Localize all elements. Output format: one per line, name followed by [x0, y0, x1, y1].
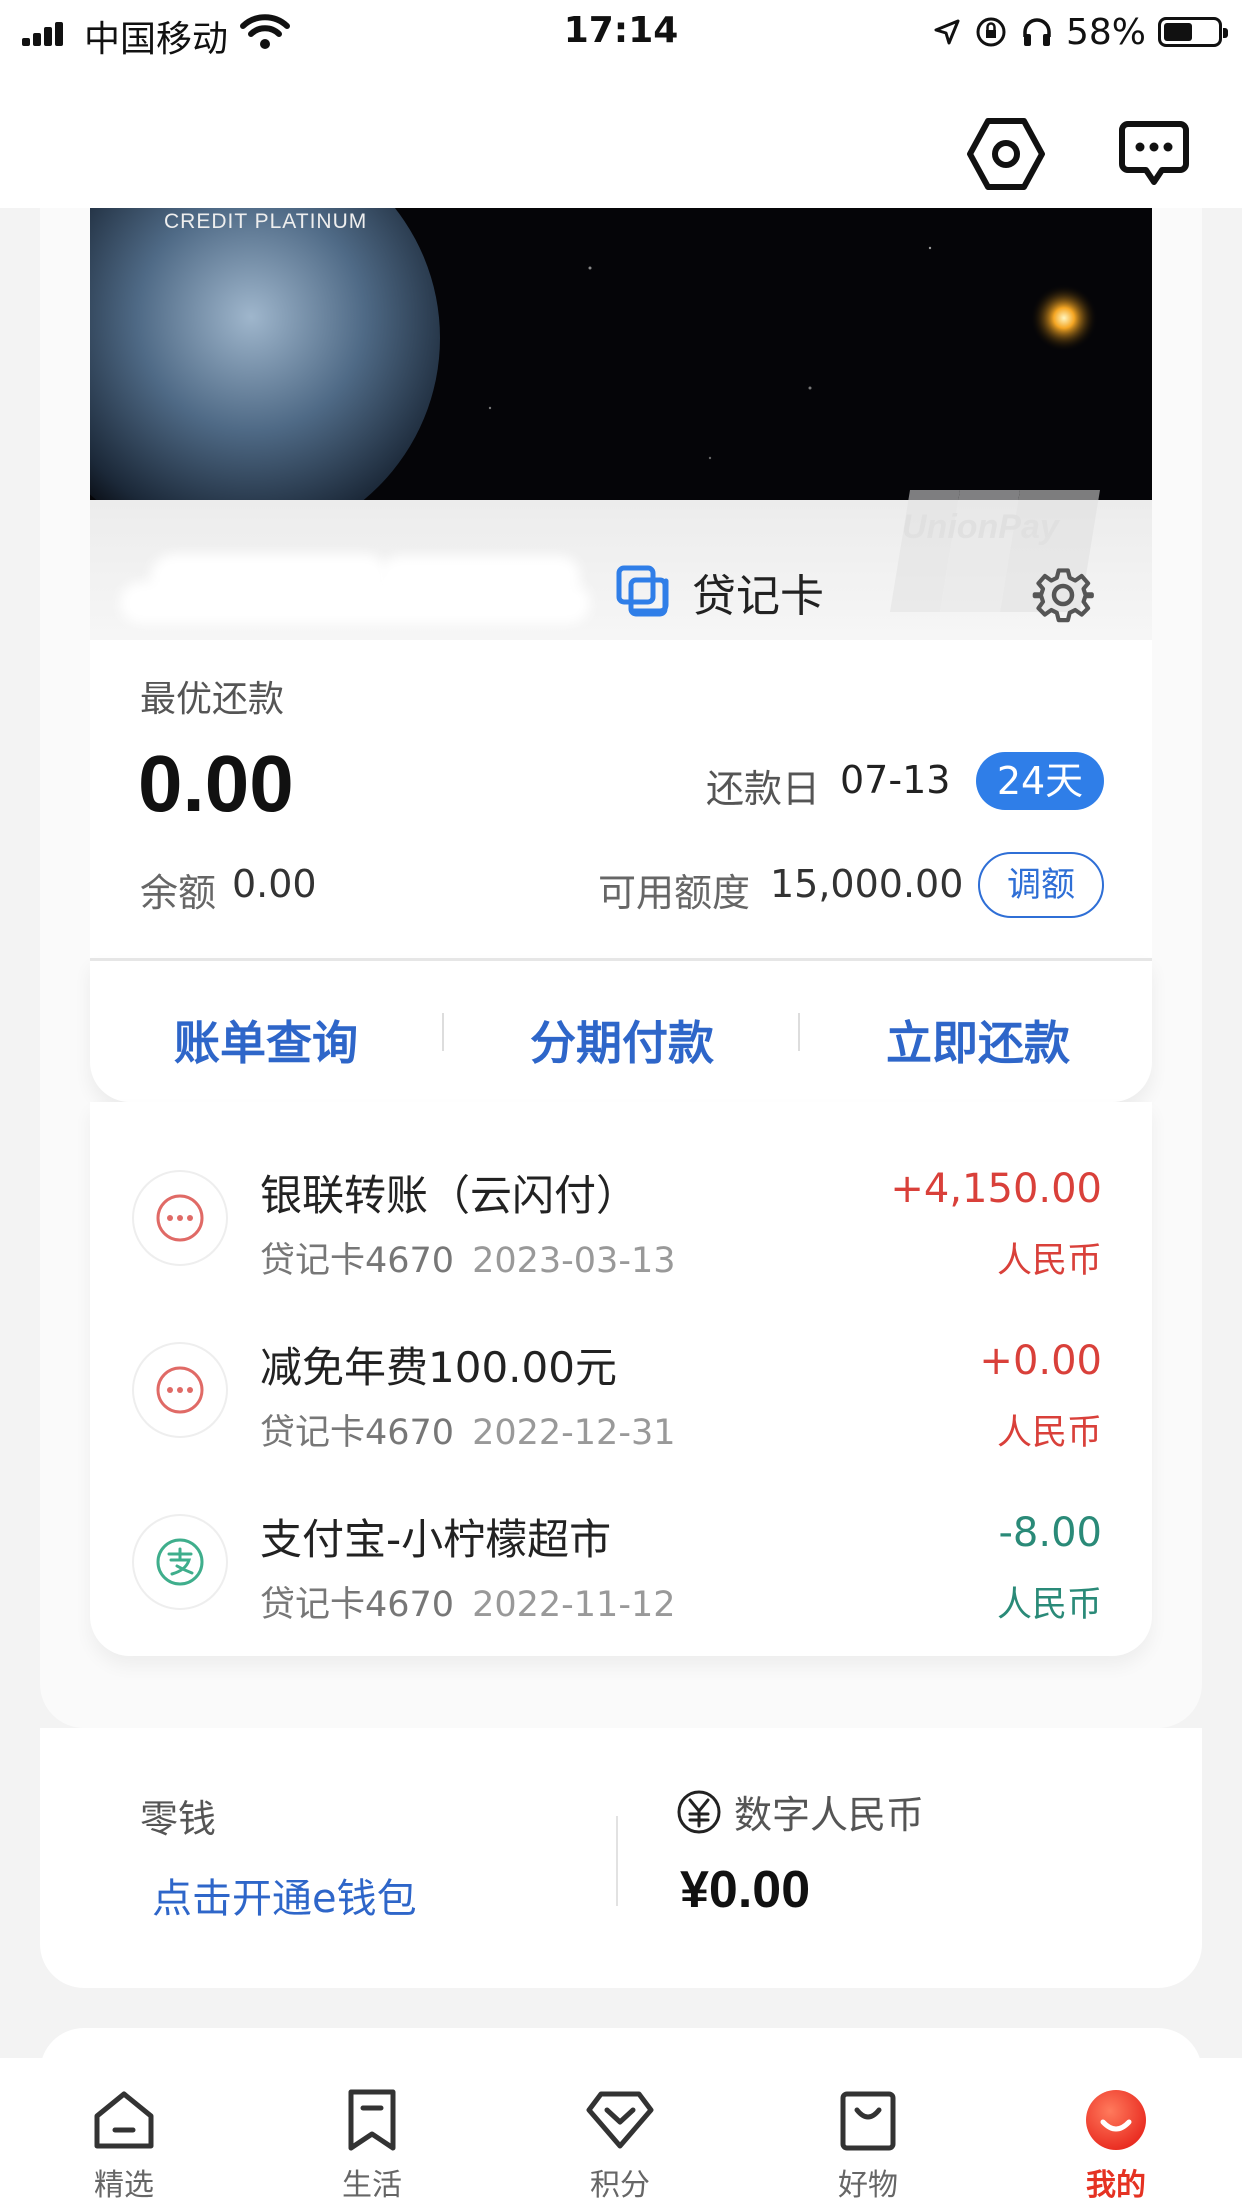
tab-label: 生活	[342, 2168, 402, 2203]
tab-featured[interactable]: 精选	[54, 2088, 194, 2204]
transaction-card: 贷记卡4670	[260, 1585, 455, 1625]
scan-hexagon-icon[interactable]	[964, 112, 1048, 196]
headphones-icon	[1023, 18, 1051, 46]
digital-rmb-icon	[677, 1790, 721, 1833]
space-planet-artwork	[90, 208, 1152, 508]
digital-rmb-label: 数字人民币	[734, 1793, 925, 1837]
tab-label: 精选	[94, 2168, 154, 2203]
transaction-meta: 贷记卡4670 2022-11-12	[260, 1576, 675, 1627]
balance-value: 0.00	[232, 862, 317, 906]
open-e-wallet-link[interactable]: 点击开通e钱包	[152, 1866, 417, 1924]
due-date-label: 还款日	[706, 767, 821, 811]
card-actions: 账单查询 分期付款 立即还款	[90, 958, 1152, 1102]
card-type: 贷记卡	[616, 560, 824, 624]
transaction-row[interactable]: 银联转账（云闪付） 贷记卡4670 2023-03-13 +4,150.00 人民…	[90, 1102, 1152, 1281]
transaction-date: 2022-11-12	[472, 1585, 676, 1625]
credit-card-image[interactable]: CREDIT PLATINUM	[90, 208, 1152, 508]
wallet-divider	[616, 1816, 618, 1906]
tab-life[interactable]: 生活	[302, 2088, 442, 2204]
bill-inquiry-button[interactable]: 账单查询	[174, 1007, 358, 1073]
battery-percentage: 58%	[1065, 11, 1146, 53]
tab-label: 好物	[838, 2168, 898, 2203]
transaction-list: 银联转账（云闪付） 贷记卡4670 2023-03-13 +4,150.00 人民…	[90, 1102, 1152, 1656]
more-dots-icon	[132, 1170, 228, 1266]
transaction-currency: 人民币	[996, 1585, 1102, 1625]
wallet-section: 零钱 点击开通e钱包 数字人民币 ¥0.00	[40, 1728, 1202, 1988]
status-bar: 中国移动 17:14 58%	[0, 0, 1242, 64]
adjust-limit-button[interactable]: 调额	[978, 852, 1104, 918]
profile-smile-icon	[1086, 2090, 1146, 2150]
battery-icon	[1158, 17, 1228, 47]
digital-rmb-header[interactable]: 数字人民币	[676, 1784, 924, 1839]
optimal-repayment-amount: 0.00	[138, 739, 294, 828]
location-arrow-icon	[934, 19, 960, 45]
message-icon[interactable]	[1112, 112, 1196, 196]
digital-rmb-balance: ¥0.00	[680, 1861, 811, 1919]
change-label: 零钱	[140, 1797, 217, 1841]
balance-label: 余额	[140, 871, 217, 915]
card-tier-label: CREDIT PLATINUM	[164, 210, 368, 233]
transaction-title: 减免年费100.00元	[260, 1343, 617, 1392]
repay-now-button[interactable]: 立即还款	[886, 1007, 1070, 1073]
bottom-tab-bar: 精选 生活 积分 好物 我的	[0, 2058, 1242, 2208]
home-icon	[94, 2091, 154, 2149]
diamond-icon	[586, 2091, 654, 2149]
tab-mine[interactable]: 我的	[1046, 2088, 1186, 2204]
action-divider	[442, 1013, 444, 1051]
more-dots-icon	[132, 1342, 228, 1438]
tab-label: 我的	[1086, 2168, 1146, 2203]
installment-button[interactable]: 分期付款	[530, 1007, 714, 1073]
repayment-summary: 最优还款 0.00 还款日 07-13 24天 余额 0.00 可用额度 15,…	[90, 640, 1152, 960]
top-nav	[0, 64, 1242, 208]
transaction-title: 银联转账（云闪付）	[260, 1171, 639, 1220]
available-credit-label: 可用额度	[598, 871, 751, 915]
days-remaining-badge: 24天	[976, 752, 1104, 810]
gear-icon	[1032, 568, 1094, 623]
optimal-repayment-label: 最优还款	[140, 679, 285, 720]
tab-points[interactable]: 积分	[550, 2088, 690, 2204]
transaction-amount: +0.00	[979, 1338, 1102, 1384]
masked-card-number	[380, 556, 580, 596]
alipay-icon	[132, 1514, 228, 1610]
copy-card-icon[interactable]	[616, 565, 670, 619]
card-type-label: 贷记卡	[692, 571, 824, 622]
rotation-lock-icon	[976, 17, 1006, 47]
tab-goods[interactable]: 好物	[798, 2088, 938, 2204]
due-date-value: 07-13	[840, 758, 951, 802]
transaction-row[interactable]: 支付宝-小柠檬超市 贷记卡4670 2022-11-12 -8.00 人民币	[90, 1446, 1152, 1625]
tab-label: 积分	[590, 2168, 650, 2203]
transaction-row[interactable]: 减免年费100.00元 贷记卡4670 2022-12-31 +0.00 人民币	[90, 1274, 1152, 1453]
action-divider	[798, 1013, 800, 1051]
shopping-bag-icon	[840, 2091, 896, 2151]
transaction-title: 支付宝-小柠檬超市	[260, 1515, 612, 1564]
transaction-amount: +4,150.00	[890, 1166, 1102, 1212]
transaction-amount: -8.00	[998, 1510, 1103, 1556]
available-credit-value: 15,000.00	[770, 862, 964, 906]
bookmark-icon	[348, 2089, 396, 2151]
